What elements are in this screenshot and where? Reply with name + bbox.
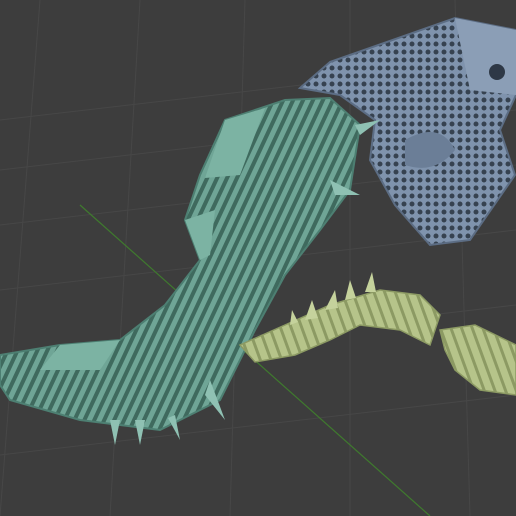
3d-viewport[interactable] <box>0 0 516 516</box>
tail-end-part[interactable] <box>439 324 516 396</box>
ribbed-body-segment[interactable] <box>0 96 380 445</box>
